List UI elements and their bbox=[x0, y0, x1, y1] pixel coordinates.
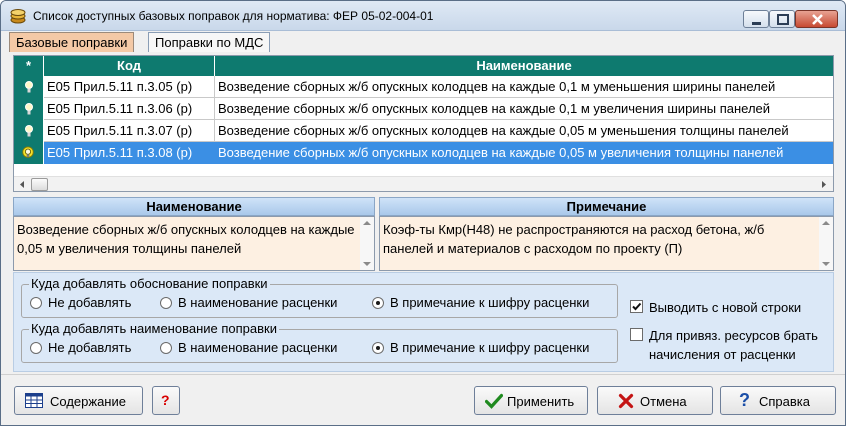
window-title: Список доступных базовых поправок для но… bbox=[33, 9, 434, 23]
title-bar[interactable]: Список доступных базовых поправок для но… bbox=[1, 1, 845, 31]
radio-dot[interactable] bbox=[160, 342, 172, 354]
checkbox-box[interactable] bbox=[630, 300, 643, 313]
radio-dot[interactable] bbox=[160, 297, 172, 309]
row-marker-cell bbox=[14, 98, 44, 120]
cancel-label: Отмена bbox=[640, 394, 687, 409]
help-question-icon: ? bbox=[739, 390, 750, 410]
apply-label: Применить bbox=[507, 394, 575, 409]
scroll-up-icon[interactable] bbox=[822, 220, 830, 226]
minimize-icon bbox=[752, 22, 761, 25]
table-row[interactable]: Е05 Прил.5.11 п.3.05 (р) Возведение сбор… bbox=[14, 76, 833, 98]
detail-name-text: Возведение сборных ж/б опускных колодцев… bbox=[17, 222, 355, 256]
row-code-cell: Е05 Прил.5.11 п.3.06 (р) bbox=[44, 98, 215, 120]
row-marker-cell bbox=[14, 142, 44, 164]
radio-dot-selected[interactable] bbox=[372, 342, 384, 354]
radio-dot[interactable] bbox=[30, 297, 42, 309]
detail-note-text: Коэф-ты Кмр(Н48) не распространяются на … bbox=[383, 222, 765, 256]
bulb-icon bbox=[25, 103, 33, 115]
checkbox-label: Выводить с новой строки bbox=[649, 300, 802, 315]
name-vertical-scrollbar[interactable] bbox=[360, 217, 374, 270]
radio-label: В наименование расценки bbox=[178, 340, 338, 355]
question-button[interactable]: ? bbox=[152, 386, 180, 415]
detail-name-textbox[interactable]: Возведение сборных ж/б опускных колодцев… bbox=[13, 216, 375, 271]
contents-button[interactable]: Содержание bbox=[14, 386, 143, 415]
table-row-selected[interactable]: Е05 Прил.5.11 п.3.08 (р) Возведение сбор… bbox=[14, 142, 833, 164]
row-name-cell: Возведение сборных ж/б опускных колодцев… bbox=[218, 101, 771, 116]
checkmark-icon bbox=[632, 302, 642, 311]
tab-mds-corrections[interactable]: Поправки по МДС bbox=[148, 32, 271, 52]
bulb-icon bbox=[25, 81, 33, 93]
scroll-down-icon[interactable] bbox=[822, 261, 830, 267]
radio-label: В примечание к шифру расценки bbox=[390, 340, 590, 355]
checkmark-icon bbox=[485, 393, 503, 409]
row-code-cell: Е05 Прил.5.11 п.3.08 (р) bbox=[44, 142, 215, 164]
row-marker-cell bbox=[14, 76, 44, 98]
justification-group: Куда добавлять обоснование поправки Не д… bbox=[21, 276, 618, 318]
column-header-code[interactable]: Код bbox=[44, 56, 215, 76]
close-button[interactable] bbox=[795, 10, 838, 28]
close-icon bbox=[812, 14, 823, 25]
grid-header: * Код Наименование bbox=[14, 56, 833, 76]
justification-legend: Куда добавлять обоснование поправки bbox=[29, 276, 270, 291]
help-label: Справка bbox=[759, 394, 810, 409]
cancel-button[interactable]: Отмена bbox=[597, 386, 713, 415]
corrections-grid[interactable]: * Код Наименование Е05 Прил.5.11 п.3.05 … bbox=[13, 55, 834, 192]
scroll-thumb[interactable] bbox=[31, 178, 48, 191]
app-coins-icon bbox=[10, 9, 26, 24]
contents-label: Содержание bbox=[50, 394, 126, 409]
radio-dot[interactable] bbox=[30, 342, 42, 354]
naming-legend: Куда добавлять наименование поправки bbox=[29, 321, 279, 336]
checkbox-label-line1: Для привяз. ресурсов брать bbox=[649, 328, 818, 343]
cross-icon bbox=[618, 393, 634, 409]
apply-button[interactable]: Применить bbox=[474, 386, 588, 415]
question-icon: ? bbox=[161, 392, 170, 408]
row-code-cell: Е05 Прил.5.11 п.3.07 (р) bbox=[44, 120, 215, 142]
grid-horizontal-scrollbar[interactable] bbox=[14, 176, 833, 191]
table-row[interactable]: Е05 Прил.5.11 п.3.07 (р) Возведение сбор… bbox=[14, 120, 833, 142]
radio-dot-selected[interactable] bbox=[372, 297, 384, 309]
note-vertical-scrollbar[interactable] bbox=[819, 217, 833, 270]
table-icon bbox=[25, 393, 43, 408]
row-name-cell: Возведение сборных ж/б опускных колодцев… bbox=[215, 142, 833, 164]
scroll-up-icon[interactable] bbox=[363, 220, 371, 226]
checkbox-box[interactable] bbox=[630, 328, 643, 341]
detail-note-header: Примечание bbox=[379, 197, 834, 216]
radio-label: Не добавлять bbox=[48, 295, 132, 310]
scroll-left-icon[interactable] bbox=[15, 178, 29, 191]
radio-label: Не добавлять bbox=[48, 340, 132, 355]
maximize-icon bbox=[777, 14, 789, 25]
tab-base-corrections[interactable]: Базовые поправки bbox=[9, 32, 135, 52]
maximize-button[interactable] bbox=[769, 10, 795, 28]
scroll-right-icon[interactable] bbox=[817, 178, 831, 191]
checkbox-label-line2: начисления от расценки bbox=[649, 347, 796, 362]
help-button[interactable]: ? Справка bbox=[720, 386, 836, 415]
lit-bulb-icon bbox=[22, 146, 34, 158]
options-panel: Куда добавлять обоснование поправки Не д… bbox=[13, 272, 834, 372]
checkbox-label: Для привяз. ресурсов брать начисления от… bbox=[649, 326, 818, 364]
radio-label: В примечание к шифру расценки bbox=[390, 295, 590, 310]
bulb-icon bbox=[25, 125, 33, 137]
column-header-name[interactable]: Наименование bbox=[215, 56, 833, 76]
row-name-cell: Возведение сборных ж/б опускных колодцев… bbox=[218, 123, 789, 138]
dialog-window: Список доступных базовых поправок для но… bbox=[0, 0, 846, 426]
button-bar: Содержание ? Применить Отмена ? Справка bbox=[1, 374, 845, 425]
row-code-cell: Е05 Прил.5.11 п.3.05 (р) bbox=[44, 76, 215, 98]
table-row[interactable]: Е05 Прил.5.11 п.3.06 (р) Возведение сбор… bbox=[14, 98, 833, 120]
detail-note-textbox[interactable]: Коэф-ты Кмр(Н48) не распространяются на … bbox=[379, 216, 834, 271]
radio-label: В наименование расценки bbox=[178, 295, 338, 310]
row-name-cell: Возведение сборных ж/б опускных колодцев… bbox=[218, 79, 776, 94]
scroll-down-icon[interactable] bbox=[363, 261, 371, 267]
naming-group: Куда добавлять наименование поправки Не … bbox=[21, 321, 618, 363]
column-header-marker[interactable]: * bbox=[14, 56, 44, 76]
minimize-button[interactable] bbox=[743, 10, 769, 28]
row-marker-cell bbox=[14, 120, 44, 142]
detail-name-header: Наименование bbox=[13, 197, 375, 216]
